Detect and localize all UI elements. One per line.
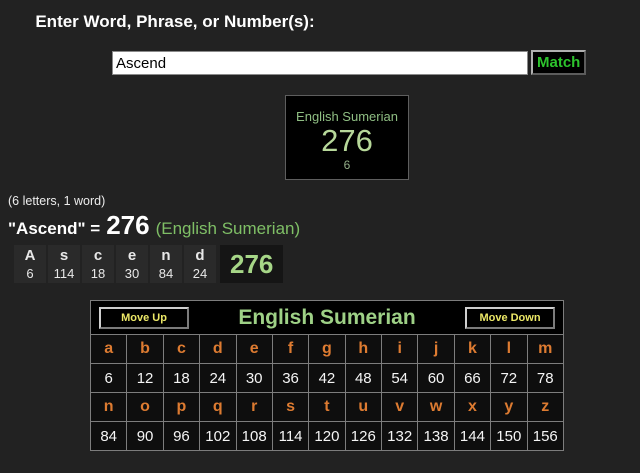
breakdown-value: 18	[86, 265, 110, 282]
letter-cell: z	[527, 393, 564, 422]
value-cell: 42	[309, 364, 345, 393]
value-cell: 126	[345, 422, 381, 451]
letter-cell: v	[382, 393, 418, 422]
breakdown-letter: e	[120, 246, 144, 265]
value-cell: 120	[309, 422, 345, 451]
summary-value: 276	[106, 210, 149, 241]
value-cell: 102	[200, 422, 236, 451]
letter-cell: r	[236, 393, 272, 422]
letter-cell: f	[272, 335, 308, 364]
cipher-table-header-row: Move Up English Sumerian Move Down	[91, 301, 564, 335]
letter-cell: m	[527, 335, 564, 364]
value-cell: 18	[163, 364, 199, 393]
value-cell: 90	[127, 422, 163, 451]
breakdown-total: 276	[220, 245, 283, 283]
page-title: Enter Word, Phrase, or Number(s):	[0, 12, 525, 32]
breakdown-tile: d 24	[184, 245, 216, 283]
letter-cell: e	[236, 335, 272, 364]
search-input[interactable]	[112, 51, 528, 75]
letter-cell: b	[127, 335, 163, 364]
letter-cell: q	[200, 393, 236, 422]
summary-line: "Ascend" = 276 (English Sumerian)	[8, 210, 300, 241]
value-cell: 96	[163, 422, 199, 451]
move-down-button[interactable]: Move Down	[465, 307, 555, 329]
value-cell: 108	[236, 422, 272, 451]
value-cell: 54	[382, 364, 418, 393]
letter-cell: h	[345, 335, 381, 364]
letter-cell: j	[418, 335, 454, 364]
summary-word: "Ascend" =	[8, 219, 100, 239]
letter-cell: k	[454, 335, 490, 364]
cipher-result-card[interactable]: English Sumerian 276 6	[285, 95, 409, 180]
letter-cell: w	[418, 393, 454, 422]
breakdown-tile: s 114	[48, 245, 80, 283]
letters-word-count: (6 letters, 1 word)	[8, 194, 105, 208]
value-cell: 30	[236, 364, 272, 393]
breakdown-tile: A 6	[14, 245, 46, 283]
letter-breakdown: A 6 s 114 c 18 e 30 n 84 d 24 276	[14, 245, 283, 283]
breakdown-tile: e 30	[116, 245, 148, 283]
table-row-values-1: 6 12 18 24 30 36 42 48 54 60 66 72 78	[91, 364, 564, 393]
letter-cell: s	[272, 393, 308, 422]
value-cell: 66	[454, 364, 490, 393]
letter-cell: o	[127, 393, 163, 422]
breakdown-letter: s	[52, 246, 76, 265]
value-cell: 36	[272, 364, 308, 393]
breakdown-tile: c 18	[82, 245, 114, 283]
value-cell: 144	[454, 422, 490, 451]
letter-cell: c	[163, 335, 199, 364]
breakdown-letter: d	[188, 246, 212, 265]
value-cell: 114	[272, 422, 308, 451]
value-cell: 72	[491, 364, 527, 393]
breakdown-value: 84	[154, 265, 178, 282]
letter-cell: n	[91, 393, 127, 422]
result-cipher-name: English Sumerian	[286, 109, 408, 124]
letter-cell: d	[200, 335, 236, 364]
letter-cell: g	[309, 335, 345, 364]
breakdown-letter: A	[18, 246, 42, 265]
cipher-table-title: English Sumerian	[238, 306, 415, 330]
value-cell: 84	[91, 422, 127, 451]
letter-cell: t	[309, 393, 345, 422]
breakdown-value: 24	[188, 265, 212, 282]
value-cell: 60	[418, 364, 454, 393]
table-row-letters-2: n o p q r s t u v w x y z	[91, 393, 564, 422]
letter-cell: u	[345, 393, 381, 422]
value-cell: 156	[527, 422, 564, 451]
letter-cell: a	[91, 335, 127, 364]
summary-cipher: (English Sumerian)	[156, 219, 301, 239]
value-cell: 6	[91, 364, 127, 393]
breakdown-letter: n	[154, 246, 178, 265]
breakdown-tile: n 84	[150, 245, 182, 283]
cipher-table: Move Up English Sumerian Move Down a b c…	[90, 300, 564, 451]
move-up-button[interactable]: Move Up	[99, 307, 189, 329]
value-cell: 78	[527, 364, 564, 393]
letter-cell: i	[382, 335, 418, 364]
breakdown-value: 30	[120, 265, 144, 282]
result-cipher-value: 276	[286, 124, 408, 158]
result-cipher-subvalue: 6	[286, 158, 408, 172]
value-cell: 48	[345, 364, 381, 393]
letter-cell: l	[491, 335, 527, 364]
breakdown-value: 6	[18, 265, 42, 282]
breakdown-value: 114	[52, 265, 76, 282]
table-row-values-2: 84 90 96 102 108 114 120 126 132 138 144…	[91, 422, 564, 451]
value-cell: 150	[491, 422, 527, 451]
breakdown-letter: c	[86, 246, 110, 265]
match-button[interactable]: Match	[531, 50, 586, 75]
letter-cell: p	[163, 393, 199, 422]
value-cell: 132	[382, 422, 418, 451]
letter-cell: x	[454, 393, 490, 422]
value-cell: 12	[127, 364, 163, 393]
letter-cell: y	[491, 393, 527, 422]
table-row-letters-1: a b c d e f g h i j k l m	[91, 335, 564, 364]
value-cell: 138	[418, 422, 454, 451]
value-cell: 24	[200, 364, 236, 393]
